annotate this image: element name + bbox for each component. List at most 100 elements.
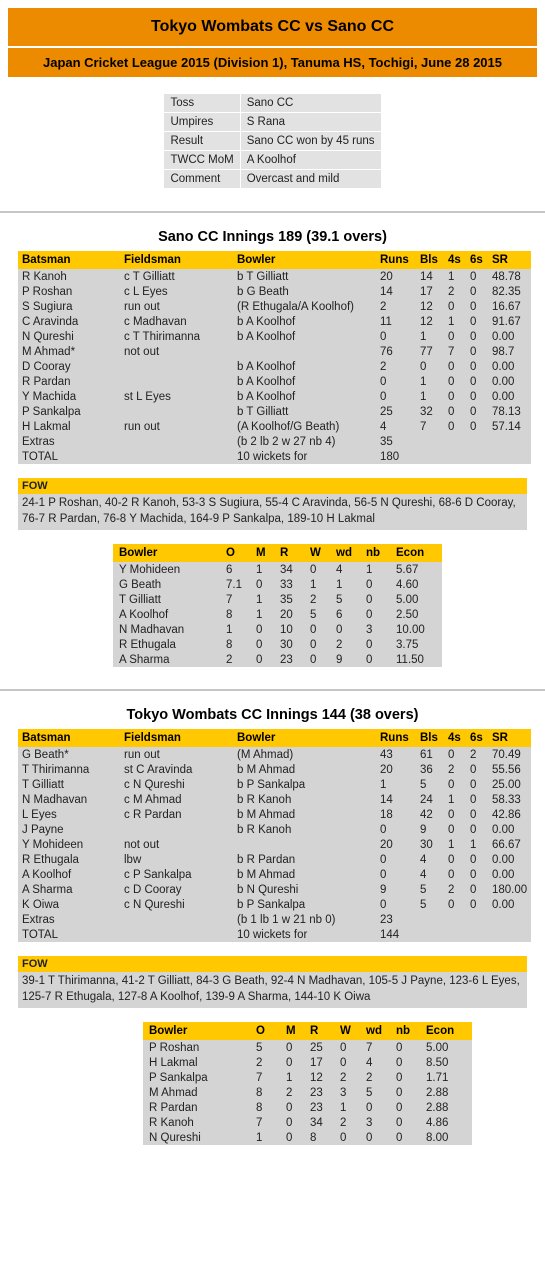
- match-info-value: A Koolhof: [240, 151, 381, 169]
- bowling-cell-nb: 0: [396, 1086, 403, 1099]
- batting-cell-sr: 0.00: [492, 330, 515, 343]
- batting-cell-fieldsman: c M Ahmad: [124, 793, 182, 806]
- bowling-cell-wd: 9: [336, 653, 343, 666]
- bowling-cell-m: 0: [256, 638, 263, 651]
- batting-cell-fours: 0: [448, 420, 455, 433]
- batting-cell-runs: 1: [380, 778, 387, 791]
- bowling-cell-w: 0: [310, 653, 317, 666]
- bowling-cell-o: 7.1: [226, 578, 242, 591]
- table-row: P Sankalpa b T Gilliatt 25 32 0 0 78.13: [18, 404, 531, 419]
- batting-cell-fieldsman: [124, 449, 237, 464]
- batting-cell-sr: 25.00: [492, 778, 521, 791]
- batting-cell-batsman: P Roshan: [22, 285, 73, 298]
- bowling-cell-m: 0: [256, 653, 263, 666]
- batting-cell-batsman: S Sugiura: [22, 300, 73, 313]
- bowling-cell-w: 2: [310, 593, 317, 606]
- batting-cell-fours: [448, 434, 470, 449]
- batting-cell-fieldsman: c N Qureshi: [124, 778, 185, 791]
- batting-cell-bowler: b G Beath: [237, 285, 289, 298]
- table-row: Extras (b 2 lb 2 w 27 nb 4) 35: [18, 434, 531, 449]
- batting-col-header: 4s: [448, 729, 470, 748]
- bowling-cell-o: 2: [256, 1056, 263, 1069]
- bowling-col-header: Bowler: [113, 544, 226, 563]
- batting-cell-runs: 18: [380, 808, 393, 821]
- batting-cell-sr: 0.00: [492, 360, 515, 373]
- batting-cell-bowler: b A Koolhof: [237, 375, 296, 388]
- batting-cell-fieldsman: run out: [124, 748, 160, 761]
- batting-cell-batsman: Extras: [22, 435, 55, 448]
- batting-cell-bowler: (R Ethugala/A Koolhof): [237, 300, 354, 313]
- table-row: R Ethugala lbw b R Pardan 0 4 0 0 0.00: [18, 852, 531, 867]
- bowling-cell-r: 17: [310, 1056, 323, 1069]
- match-info-row: Umpires S Rana: [164, 113, 381, 131]
- batting-cell-sixes: 0: [470, 420, 477, 433]
- bowling-cell-w: 0: [310, 638, 317, 651]
- batting-cell-sr: 70.49: [492, 748, 521, 761]
- batting-body-2: G Beath* run out (M Ahmad) 43 61 0 2 70.49 T Thi…: [18, 747, 531, 942]
- batting-cell-sr: 0.00: [492, 375, 515, 388]
- batting-cell-fieldsman: [124, 927, 237, 942]
- batting-cell-batsman: N Madhavan: [22, 793, 88, 806]
- batting-cell-sixes: 0: [470, 868, 477, 881]
- batting-cell-fieldsman: not out: [124, 345, 160, 358]
- fow-header-1: FOW: [18, 478, 527, 494]
- bowling-cell-o: 7: [256, 1071, 263, 1084]
- batting-cell-batsman: R Ethugala: [22, 853, 79, 866]
- match-title-banner: Tokyo Wombats CC vs Sano CC: [8, 8, 537, 46]
- batting-cell-bls: [420, 912, 448, 927]
- batting-table-2: Batsman Fieldsman Bowler Runs Bls 4s 6s SR G Be…: [18, 729, 531, 943]
- match-info-value: Sano CC won by 45 runs: [240, 132, 381, 150]
- batting-cell-bowler: 10 wickets for: [237, 450, 308, 463]
- batting-cell-sixes: 0: [470, 883, 477, 896]
- batting-cell-fours: 2: [448, 883, 455, 896]
- bowling-cell-bowler: H Lakmal: [149, 1056, 198, 1069]
- batting-cell-fieldsman: c N Qureshi: [124, 898, 185, 911]
- batting-cell-batsman: T Thirimanna: [22, 763, 90, 776]
- batting-cell-fours: 0: [448, 868, 455, 881]
- batting-cell-runs: 0: [380, 390, 387, 403]
- batting-cell-bls: 4: [420, 868, 427, 881]
- bowling-cell-r: 30: [280, 638, 293, 651]
- table-row: Extras (b 1 lb 1 w 21 nb 0) 23: [18, 912, 531, 927]
- bowling-cell-econ: 2.50: [396, 608, 419, 621]
- batting-cell-batsman: J Payne: [22, 823, 64, 836]
- bowling-cell-wd: 5: [336, 593, 343, 606]
- batting-cell-fours: 0: [448, 898, 455, 911]
- batting-cell-sr: [492, 912, 531, 927]
- batting-cell-fieldsman: lbw: [124, 853, 142, 866]
- batting-cell-sixes: 0: [470, 315, 477, 328]
- fow-section-1: FOW 24-1 P Roshan, 40-2 R Kanoh, 53-3 S …: [0, 464, 545, 531]
- bowling-cell-bowler: R Kanoh: [149, 1116, 194, 1129]
- table-row: R Ethugala 8 0 30 0 2 0 3.75: [113, 637, 442, 652]
- bowling-cell-r: 23: [280, 653, 293, 666]
- batting-cell-sr: 180.00: [492, 883, 528, 896]
- batting-body-1: R Kanoh c T Gilliatt b T Gilliatt 20 14 1 0 48.…: [18, 269, 531, 464]
- bowling-cell-econ: 11.50: [396, 653, 424, 666]
- table-row: TOTAL 10 wickets for 144: [18, 927, 531, 942]
- table-row: N Qureshi c T Thirimanna b A Koolhof 0 1 0 0 0.…: [18, 329, 531, 344]
- table-row: T Thirimanna st C Aravinda b M Ahmad 20 36 2 0…: [18, 762, 531, 777]
- match-info-row: Result Sano CC won by 45 runs: [164, 132, 381, 150]
- batting-cell-sixes: 0: [470, 270, 477, 283]
- batting-cell-bls: 5: [420, 883, 427, 896]
- batting-cell-fours: 0: [448, 375, 455, 388]
- bowling-cell-w: 0: [340, 1056, 347, 1069]
- batting-cell-bowler: b R Pardan: [237, 853, 296, 866]
- batting-cell-fours: 0: [448, 808, 455, 821]
- batting-cell-bls: 36: [420, 763, 433, 776]
- table-row: Y Mohideen not out 20 30 1 1 66.67: [18, 837, 531, 852]
- batting-cell-fieldsman: c T Gilliatt: [124, 270, 175, 283]
- batting-cell-fieldsman: c L Eyes: [124, 285, 168, 298]
- batting-cell-sixes: 0: [470, 778, 477, 791]
- bowling-cell-o: 2: [226, 653, 233, 666]
- batting-cell-fours: 0: [448, 405, 455, 418]
- batting-cell-fours: 2: [448, 285, 455, 298]
- bowling-col-header: wd: [366, 1022, 396, 1041]
- table-row: N Madhavan 1 0 10 0 0 3 10.00: [113, 622, 442, 637]
- batting-col-header: 6s: [470, 251, 492, 269]
- bowling-cell-r: 34: [280, 563, 293, 576]
- bowling-cell-econ: 4.86: [426, 1116, 449, 1129]
- match-info-label: TWCC MoM: [164, 151, 240, 169]
- batting-col-header: Bowler: [237, 729, 380, 748]
- bowling-cell-r: 12: [310, 1071, 323, 1084]
